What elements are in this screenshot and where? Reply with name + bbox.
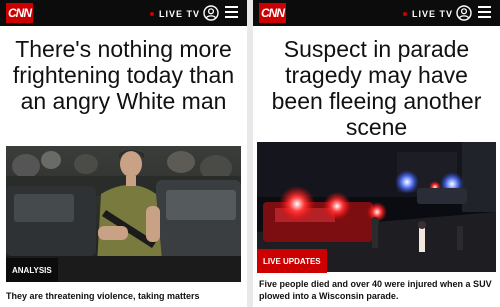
cnn-logo[interactable]: CNN <box>6 3 33 23</box>
live-tv-link[interactable]: LIVE TV <box>150 8 200 19</box>
account-icon[interactable] <box>456 5 472 21</box>
live-indicator-dot <box>150 11 154 16</box>
site-header: CNN LIVE TV <box>253 0 500 26</box>
article-headline[interactable]: There's nothing more frightening today t… <box>0 36 247 114</box>
account-icon[interactable] <box>203 5 219 21</box>
article-teaser[interactable]: They are threatening violence, taking ma… <box>6 290 244 302</box>
article-headline[interactable]: Suspect in parade tragedy may have been … <box>253 36 500 140</box>
left-article-screen: CNN LIVE TV There's nothing more frighte… <box>0 0 247 307</box>
right-article-screen: CNN LIVE TV Suspect in parade tragedy ma… <box>253 0 500 307</box>
analysis-badge: ANALYSIS <box>6 258 58 282</box>
hamburger-menu-icon[interactable] <box>225 6 238 20</box>
live-indicator-dot <box>403 11 407 16</box>
live-tv-link[interactable]: LIVE TV <box>403 8 453 19</box>
site-header: CNN LIVE TV <box>0 0 247 26</box>
cnn-logo[interactable]: CNN <box>259 3 286 23</box>
live-updates-badge: LIVE UPDATES <box>257 249 327 273</box>
live-tv-label: LIVE TV <box>412 8 454 19</box>
live-tv-label: LIVE TV <box>159 8 201 19</box>
hamburger-menu-icon[interactable] <box>478 6 491 20</box>
article-teaser[interactable]: Five people died and over 40 were injure… <box>259 278 495 302</box>
